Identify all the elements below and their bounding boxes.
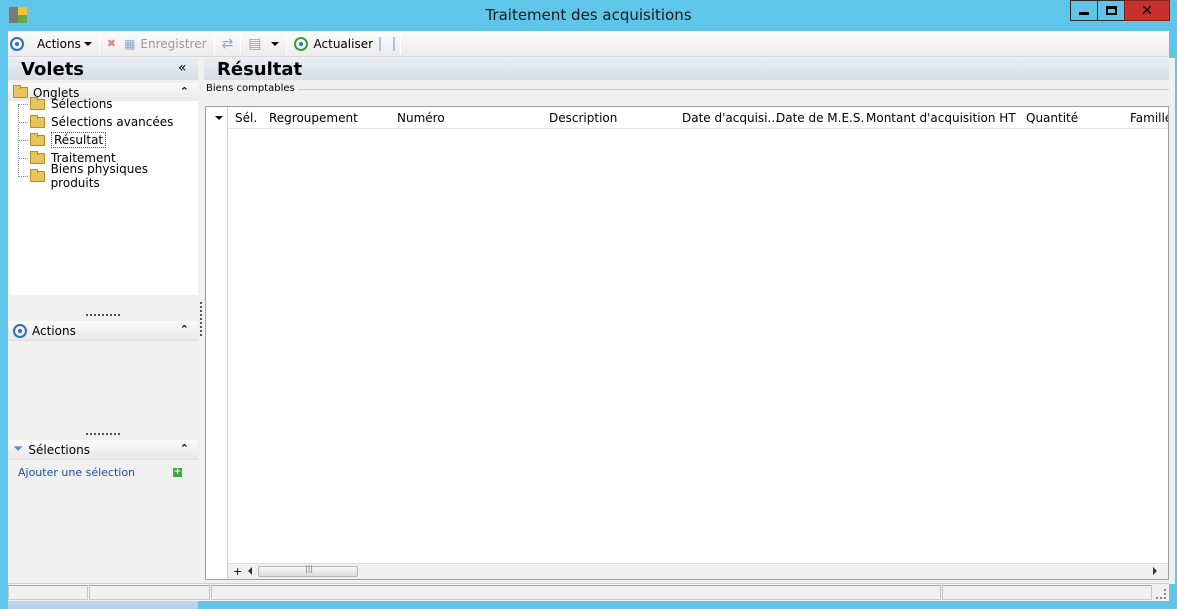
filter-icon: ⏷ (13, 442, 24, 457)
panes-header: Volets « (8, 58, 198, 80)
sync-button[interactable]: ⇄ (218, 33, 238, 55)
add-row-button[interactable]: + (233, 565, 242, 578)
page-title: Résultat (217, 59, 303, 80)
status-bar (8, 583, 1169, 601)
collapse-section-icon[interactable]: ⌃ (180, 323, 189, 336)
group-divider (292, 89, 1169, 90)
toolbar-separator (240, 33, 242, 54)
actions-icon (10, 36, 24, 51)
column-chooser-icon[interactable] (215, 116, 223, 120)
scroll-right-icon[interactable] (1153, 567, 1157, 575)
row-header-column (206, 107, 228, 579)
folder-open-icon (30, 132, 45, 146)
selections-section-title: Sélections (28, 442, 90, 457)
resize-grip-icon[interactable] (1156, 589, 1166, 599)
column-header-quantity[interactable]: Quantité (1026, 111, 1078, 125)
last-record-button[interactable] (210, 33, 1175, 584)
tree-item-selections[interactable]: Sélections (18, 95, 113, 113)
collapse-section-icon[interactable]: ⌃ (180, 85, 189, 98)
scroll-left-icon[interactable] (248, 567, 252, 575)
column-header-number[interactable]: Numéro (397, 111, 445, 125)
folder-icon (30, 96, 45, 110)
save-button-label: Enregistrer (140, 36, 207, 51)
horizontal-scrollbar[interactable]: + (228, 563, 1168, 579)
actions-menu-label: Actions (37, 36, 81, 51)
column-header-family[interactable]: Famille (1130, 111, 1168, 125)
print-button[interactable]: ▤ (244, 33, 282, 55)
last-icon-bar (393, 36, 396, 51)
maximize-button[interactable] (1097, 0, 1125, 21)
chevron-down-icon (270, 41, 279, 46)
status-cell (942, 585, 1152, 600)
toolbar: Actions ✖ ▦ Enregistrer ⇄ ▤ Actualiser (8, 31, 1175, 601)
left-pane: Volets « Onglets ⌃ Sélections Sélections… (8, 58, 198, 609)
folder-icon (30, 114, 45, 128)
scrollbar-thumb[interactable] (258, 564, 358, 577)
refresh-button[interactable]: Actualiser (290, 33, 378, 55)
column-header-sel[interactable]: Sél. (235, 111, 257, 125)
chevron-down-icon (83, 41, 92, 46)
tree-item-result[interactable]: Résultat (18, 131, 107, 149)
first-icon-bar (379, 36, 382, 51)
actions-section-header[interactable]: Actions ⌃ (8, 321, 198, 341)
status-cell (89, 585, 210, 600)
column-header-service-date[interactable]: Date de M.E.S. (776, 111, 864, 125)
column-header-grouping[interactable]: Regroupement (269, 111, 358, 125)
column-header-acquisition-date[interactable]: Date d'acquisi... (682, 111, 779, 125)
title-bar[interactable]: Traitement des acquisitions ✕ (0, 0, 1177, 30)
selections-section-header[interactable]: ⏷ Sélections ⌃ (8, 440, 198, 460)
add-icon[interactable]: + (173, 468, 182, 477)
sync-icon: ⇄ (221, 35, 234, 52)
group-label: Biens comptables (206, 83, 298, 94)
toolbar-separator (98, 33, 100, 54)
section-resize-grip[interactable] (86, 433, 120, 435)
result-header: Résultat (204, 58, 1169, 80)
panes-title: Volets (21, 59, 85, 80)
column-header-acquisition-amount[interactable]: Montant d'acquisition HT (866, 111, 1016, 125)
tree-item-physical-assets[interactable]: Biens physiques produits (18, 162, 198, 190)
delete-icon: ✖ (106, 37, 117, 50)
folder-icon (30, 150, 45, 164)
toolbar-separator (400, 33, 402, 54)
save-icon: ▦ (124, 36, 136, 51)
client-area: Actions ✖ ▦ Enregistrer ⇄ ▤ Actualiser V… (8, 31, 1175, 609)
app-window: Traitement des acquisitions ✕ Actions ✖ … (0, 0, 1177, 609)
tabs-tree: Sélections Sélections avancées Résultat … (8, 96, 198, 295)
actions-section-title: Actions (32, 323, 76, 338)
toolbar-separator (213, 33, 215, 54)
minimize-button[interactable] (1070, 0, 1098, 21)
delete-button[interactable]: ✖ (103, 33, 120, 55)
toolbar-separator (285, 33, 287, 54)
refresh-icon (293, 36, 308, 51)
selections-section-body: Ajouter une sélection + (8, 461, 198, 581)
grid-header: Sél. Regroupement Numéro Description Dat… (206, 107, 1168, 129)
section-resize-grip[interactable] (86, 314, 120, 316)
close-icon: ✕ (1141, 2, 1153, 19)
column-header-description[interactable]: Description (549, 111, 617, 125)
folder-icon (29, 168, 45, 182)
maximize-icon (1105, 6, 1117, 15)
printer-icon: ▤ (248, 35, 262, 52)
collapse-panes-button[interactable]: « (178, 60, 187, 76)
collapse-section-icon[interactable]: ⌃ (180, 442, 189, 455)
add-selection-link[interactable]: Ajouter une sélection (18, 466, 135, 479)
close-button[interactable]: ✕ (1124, 0, 1170, 21)
splitter-grip (200, 302, 202, 336)
assets-grid[interactable]: Sél. Regroupement Numéro Description Dat… (205, 106, 1169, 580)
actions-menu-button[interactable]: Actions (8, 33, 96, 55)
actions-section-body (8, 342, 198, 430)
status-cell (8, 585, 88, 600)
tree-item-advanced-selections[interactable]: Sélections avancées (18, 113, 173, 131)
refresh-button-label: Actualiser (313, 36, 374, 51)
status-cell (211, 585, 941, 600)
save-button[interactable]: ▦ Enregistrer (120, 33, 210, 55)
main-pane: Résultat Biens comptables Sél. Regroupem… (204, 58, 1169, 584)
minimize-icon (1079, 12, 1089, 15)
actions-icon (13, 323, 27, 338)
window-title: Traitement des acquisitions (485, 6, 692, 24)
